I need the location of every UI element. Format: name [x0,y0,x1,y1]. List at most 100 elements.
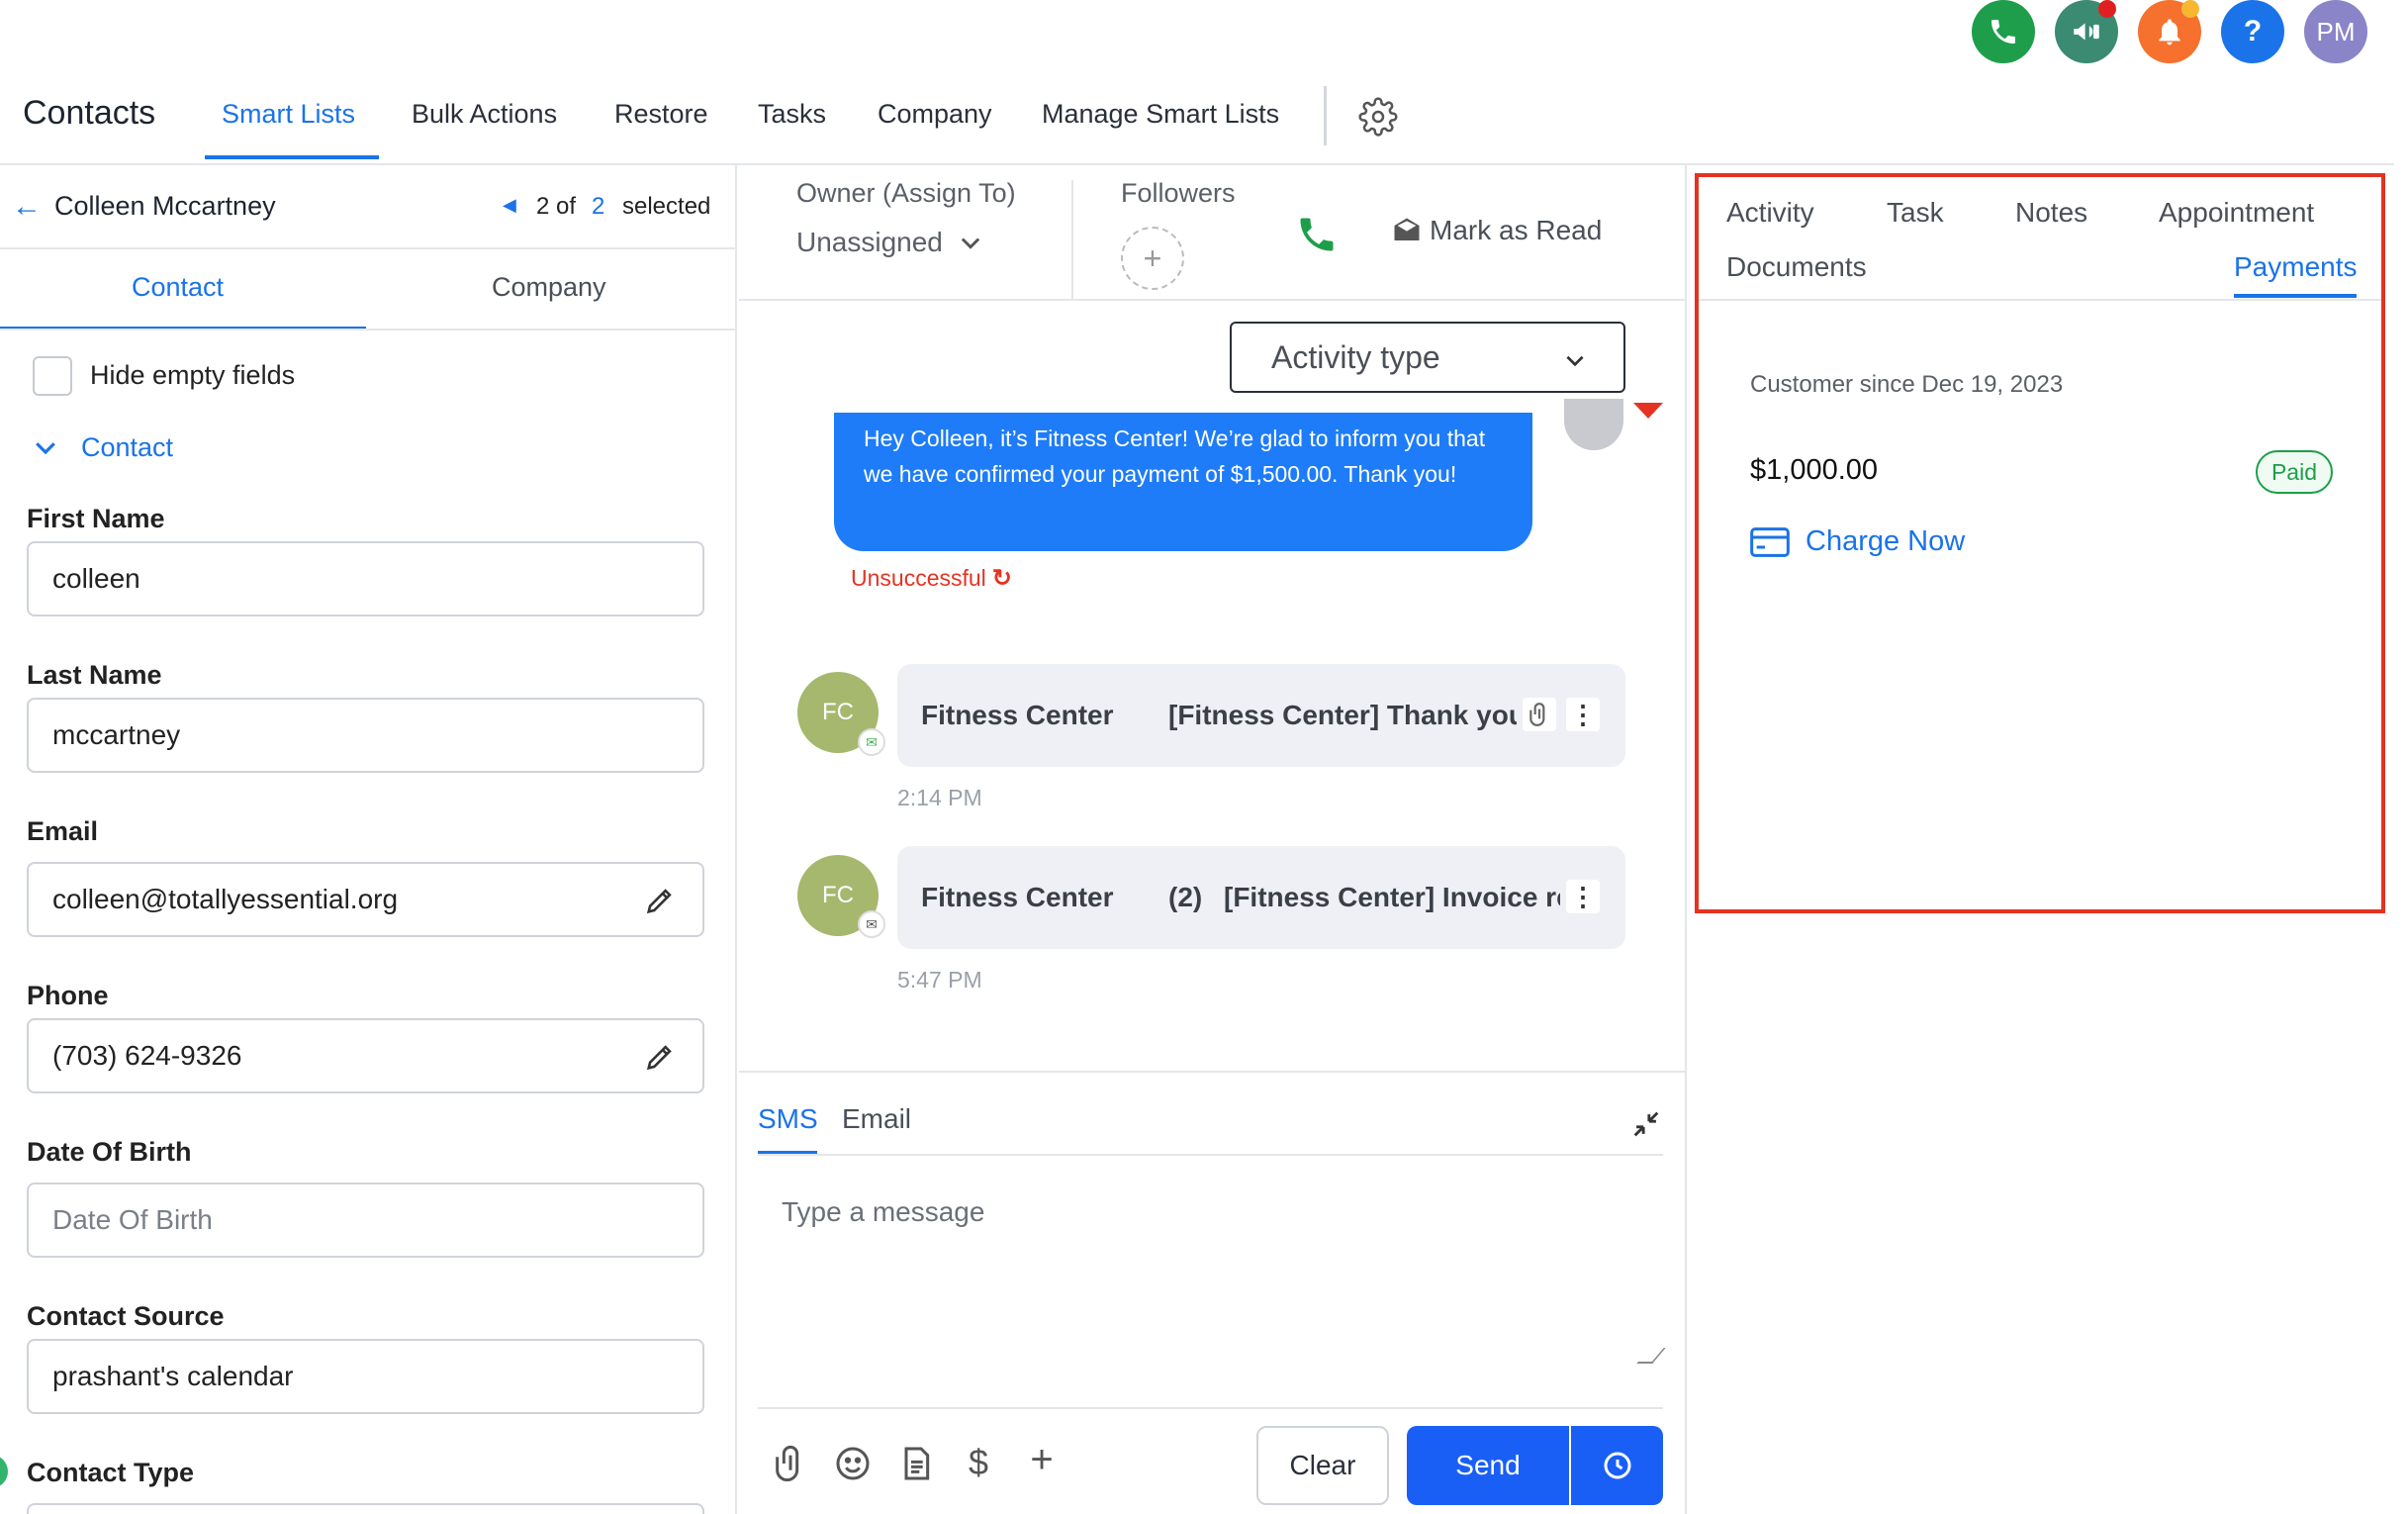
help-icon[interactable]: ? [2221,0,2284,63]
divider [758,1407,1663,1409]
sms-message-text: Hey Colleen, it’s Fitness Center! We’re … [864,426,1486,487]
tab-tasks[interactable]: Tasks [758,99,826,130]
phone-label: Phone [27,981,109,1010]
divider [739,1071,1685,1073]
tab-notes[interactable]: Notes [2015,197,2087,229]
credit-card-icon [1750,526,1790,557]
activity-type-select[interactable]: Activity type [1230,322,1625,393]
sms-status[interactable]: Unsuccessful ↻ [851,564,1012,593]
add-follower-button[interactable]: + [1121,227,1184,290]
error-icon [1633,403,1663,419]
charge-now-button[interactable]: Charge Now [1750,525,1965,558]
sms-message-bubble[interactable]: Hey Colleen, it’s Fitness Center! We’re … [834,413,1532,551]
pager-text: 2 of [536,193,577,220]
top-nav: Contacts Smart Lists Bulk Actions Restor… [0,84,2394,165]
followers-label: Followers [1121,178,1236,208]
tab-payments[interactable]: Payments [2234,251,2358,283]
last-name-field[interactable]: mccartney [27,698,704,773]
clear-label: Clear [1289,1450,1356,1480]
composer-tab-divider [758,1154,1663,1156]
message-time: 2:14 PM [897,785,982,810]
pencil-icon[interactable] [643,1040,677,1074]
paperclip-icon[interactable] [771,1444,810,1483]
schedule-send-button[interactable] [1571,1426,1663,1505]
tab-contact[interactable]: Contact [132,272,224,303]
tab-manage-smart-lists[interactable]: Manage Smart Lists [1042,99,1279,130]
avatar-initials: FC [822,882,854,908]
message-time: 5:47 PM [897,967,982,993]
tab-activity[interactable]: Activity [1726,197,1814,229]
avatar-initials: FC [822,699,854,725]
composer-tab-sms[interactable]: SMS [758,1103,818,1135]
plus-icon[interactable]: + [1022,1438,1062,1481]
divider [1071,180,1073,299]
tab-company[interactable]: Company [878,99,992,130]
contact-source-value: prashant's calendar [52,1361,294,1391]
tab-documents[interactable]: Documents [1726,251,1867,283]
collapse-icon[interactable] [1629,1107,1663,1141]
email-sender: Fitness Center [921,700,1114,730]
avatar[interactable]: PM [2304,0,2367,63]
call-icon[interactable] [1295,213,1339,256]
send-label: Send [1455,1450,1521,1480]
clock-icon [1604,1452,1630,1479]
pencil-icon[interactable] [643,884,677,917]
payments-panel: Activity Task Notes Appointment Document… [1695,173,2385,913]
more-options-icon[interactable]: ⋮ [1566,880,1600,913]
mark-as-read-label: Mark as Read [1430,215,1603,245]
chevron-down-icon[interactable] [31,432,60,462]
paperclip-icon [1523,698,1556,731]
bell-icon[interactable] [2138,0,2201,63]
emoji-icon[interactable] [833,1444,873,1483]
contact-source-field[interactable]: prashant's calendar [27,1339,704,1414]
tab-restore[interactable]: Restore [614,99,708,130]
tab-bulk-actions[interactable]: Bulk Actions [412,99,557,130]
more-options-icon[interactable]: ⋮ [1566,698,1600,731]
prev-contact-icon[interactable]: ◀ [503,195,516,216]
dob-field[interactable]: Date Of Birth [27,1183,704,1258]
tab-smart-lists[interactable]: Smart Lists [222,99,355,130]
email-message-card[interactable]: Fitness Center [Fitness Center] Thank yo… [897,664,1625,767]
tab-appointment[interactable]: Appointment [2159,197,2314,229]
payment-amount: $1,000.00 [1750,454,1879,486]
contact-name: Colleen Mccartney [54,191,276,221]
dollar-icon[interactable]: $ [959,1442,998,1482]
status-label: Paid [2270,458,2318,485]
hide-empty-checkbox[interactable] [33,356,72,396]
tab-task[interactable]: Task [1887,197,1944,229]
resize-handle[interactable] [1636,1348,1666,1364]
clear-button[interactable]: Clear [1256,1426,1389,1505]
email-value: colleen@totallyessential.org [52,884,399,914]
template-icon[interactable] [896,1444,936,1483]
megaphone-icon[interactable] [2055,0,2118,63]
contact-source-label: Contact Source [27,1301,225,1331]
last-name-value: mccartney [52,719,181,750]
phone-field[interactable]: (703) 624-9326 [27,1018,704,1093]
selected-label: selected [622,193,711,220]
section-title[interactable]: Contact [81,432,173,463]
composer-tab-email[interactable]: Email [842,1103,911,1135]
divider [1699,299,2381,301]
email-subject: [Fitness Center] Invoice re [1224,882,1560,912]
email-opened-icon: ✉ [858,728,885,756]
mark-as-read-button[interactable]: Mark as Read [1392,215,1602,246]
message-placeholder: Type a message [782,1196,985,1227]
divider [0,247,737,249]
email-message-card[interactable]: Fitness Center (2) [Fitness Center] Invo… [897,846,1625,949]
back-arrow-icon[interactable]: ← [12,190,42,224]
phone-value: (703) 624-9326 [52,1040,242,1071]
phone-icon[interactable] [1972,0,2035,63]
gear-icon[interactable] [1358,97,1398,137]
email-sender: Fitness Center [921,882,1114,912]
email-field[interactable]: colleen@totallyessential.org [27,862,704,937]
owner-select[interactable]: Unassigned [796,227,984,258]
send-button[interactable]: Send [1407,1426,1569,1505]
contact-type-field[interactable] [27,1503,704,1514]
first-name-field[interactable]: colleen [27,541,704,616]
retry-icon[interactable]: ↻ [992,564,1012,593]
nav-divider [1324,86,1327,145]
charge-now-label: Charge Now [1806,525,1966,557]
message-input[interactable]: Type a message [758,1165,1666,1368]
tab-company-details[interactable]: Company [492,272,606,303]
notification-dot [2181,0,2199,18]
